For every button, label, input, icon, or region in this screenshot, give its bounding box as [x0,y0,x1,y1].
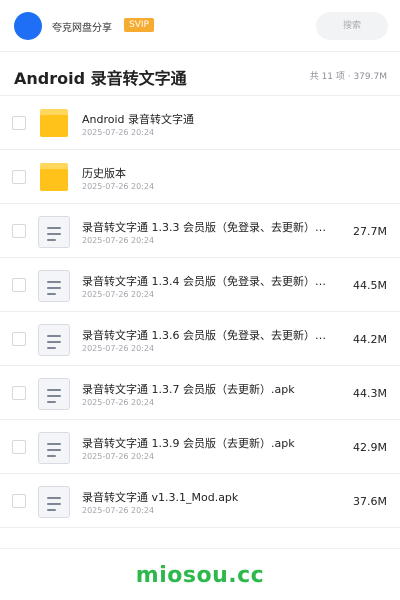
file-size: 44.2M [353,333,387,346]
file-row[interactable]: 录音转文字通 1.3.9 会员版（去更新）.apk 2025-07-26 20:2… [0,420,400,474]
file-icon [38,216,70,248]
file-date: 2025-07-26 20:24 [82,182,155,191]
folder-header: Android 录音转文字通 共 11 项 · 379.7M [0,52,400,96]
file-size: 37.6M [353,495,387,508]
file-row[interactable]: 录音转文字通 1.3.7 会员版（去更新）.apk 2025-07-26 20:2… [0,366,400,420]
file-name[interactable]: 录音转文字通 1.3.6 会员版（免登录、去更新）… [82,327,328,343]
file-row[interactable]: 录音转文字通 1.3.3 会员版（免登录、去更新）… 2025-07-26 20:… [0,204,400,258]
row-checkbox[interactable] [12,170,26,184]
file-date: 2025-07-26 20:24 [82,506,155,515]
row-checkbox[interactable] [12,332,26,346]
search-input[interactable]: 搜索 [316,12,388,40]
file-icon [38,270,70,302]
file-name[interactable]: 录音转文字通 1.3.4 会员版（免登录、去更新）… [82,273,328,289]
file-row[interactable]: 录音转文字通 1.3.6 会员版（免登录、去更新）… 2025-07-26 20:… [0,312,400,366]
svip-badge: SVIP [124,18,154,32]
file-name[interactable]: Android 录音转文字通 [82,111,328,127]
top-bar: 夸克网盘分享 SVIP 搜索 [0,0,400,52]
folder-row[interactable]: 历史版本 2025-07-26 20:24 [0,150,400,204]
folder-icon [40,163,68,191]
file-name[interactable]: 录音转文字通 1.3.7 会员版（去更新）.apk [82,381,328,397]
watermark: miosou.cc [135,563,265,588]
row-checkbox[interactable] [12,494,26,508]
row-checkbox[interactable] [12,224,26,238]
file-name[interactable]: 历史版本 [82,165,328,181]
file-size: 27.7M [353,225,387,238]
file-list: Android 录音转文字通 2025-07-26 20:24 历史版本 2025-0… [0,96,400,528]
file-icon [38,378,70,410]
file-icon [38,324,70,356]
file-date: 2025-07-26 20:24 [82,128,155,137]
file-size: 44.5M [353,279,387,292]
file-name[interactable]: 录音转文字通 v1.3.1_Mod.apk [82,489,328,505]
avatar[interactable] [14,12,42,40]
file-date: 2025-07-26 20:24 [82,236,155,245]
folder-summary: 共 11 项 · 379.7M [309,72,387,82]
folder-icon [40,109,68,137]
folder-row[interactable]: Android 录音转文字通 2025-07-26 20:24 [0,96,400,150]
file-size: 44.3M [353,387,387,400]
file-date: 2025-07-26 20:24 [82,398,155,407]
file-date: 2025-07-26 20:24 [82,344,155,353]
file-icon [38,432,70,464]
row-checkbox[interactable] [12,440,26,454]
row-checkbox[interactable] [12,386,26,400]
row-checkbox[interactable] [12,278,26,292]
share-title: 夸克网盘分享 [52,23,112,34]
file-name[interactable]: 录音转文字通 1.3.9 会员版（去更新）.apk [82,435,328,451]
file-row[interactable]: 录音转文字通 v1.3.1_Mod.apk 2025-07-26 20:24 37.… [0,474,400,528]
file-date: 2025-07-26 20:24 [82,452,155,461]
file-icon [38,486,70,518]
footer: miosou.cc [0,548,400,600]
file-date: 2025-07-26 20:24 [82,290,155,299]
row-checkbox[interactable] [12,116,26,130]
page-title: Android 录音转文字通 [14,69,187,88]
file-name[interactable]: 录音转文字通 1.3.3 会员版（免登录、去更新）… [82,219,328,235]
file-size: 42.9M [353,441,387,454]
file-row[interactable]: 录音转文字通 1.3.4 会员版（免登录、去更新）… 2025-07-26 20:… [0,258,400,312]
